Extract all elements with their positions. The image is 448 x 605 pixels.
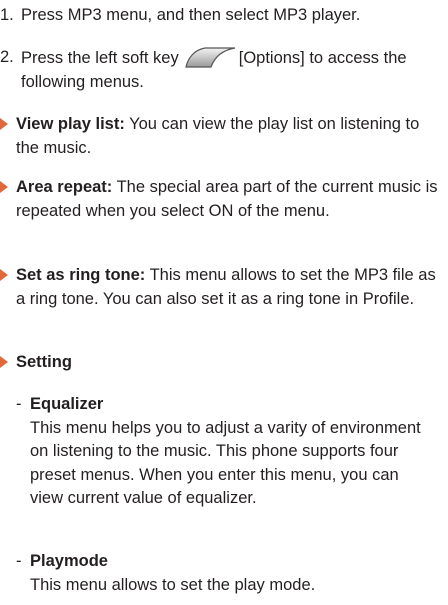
step-2: 2. Press the left soft key [Options] to …	[0, 46, 440, 94]
step-text-before: Press the left soft key	[21, 49, 179, 67]
step-text: Press the left soft key [Options] to acc…	[0, 46, 440, 94]
step-number: 2.	[0, 48, 14, 66]
triangle-bullet-icon	[0, 356, 8, 368]
setting-equalizer: - Equalizer This menu helps you to adjus…	[16, 393, 436, 511]
sub-text: This menu allows to set the play mode.	[30, 575, 316, 594]
bullet-title: Set as ring tone:	[16, 266, 146, 284]
bullet-view-play-list: View play list: You can view the play li…	[0, 113, 444, 160]
bullet-title: Setting	[16, 353, 72, 371]
step-number: 1.	[0, 6, 14, 24]
triangle-bullet-icon	[0, 269, 8, 281]
sub-title: Equalizer	[30, 395, 104, 413]
sub-title: Playmode	[30, 552, 108, 570]
setting-playmode: - Playmode This menu allows to set the p…	[16, 550, 436, 597]
triangle-bullet-icon	[0, 118, 8, 130]
bullet-area-repeat: Area repeat: The special area part of th…	[0, 176, 444, 223]
sub-text: This menu helps you to adjust a varity o…	[30, 418, 421, 508]
bullet-setting: Setting	[0, 351, 444, 375]
bullet-title: View play list:	[16, 115, 125, 133]
bullet-set-as-ring-tone: Set as ring tone: This menu allows to se…	[0, 264, 444, 311]
bullet-title: Area repeat:	[16, 178, 113, 196]
sub-dash: -	[16, 552, 22, 570]
sub-dash: -	[16, 395, 22, 413]
manual-page: 1. Press MP3 menu, and then select MP3 p…	[0, 0, 448, 605]
triangle-bullet-icon	[0, 181, 8, 193]
step-text: Press MP3 menu, and then select MP3 play…	[21, 6, 361, 24]
step-1: 1. Press MP3 menu, and then select MP3 p…	[0, 4, 440, 28]
left-soft-key-icon	[184, 47, 235, 68]
